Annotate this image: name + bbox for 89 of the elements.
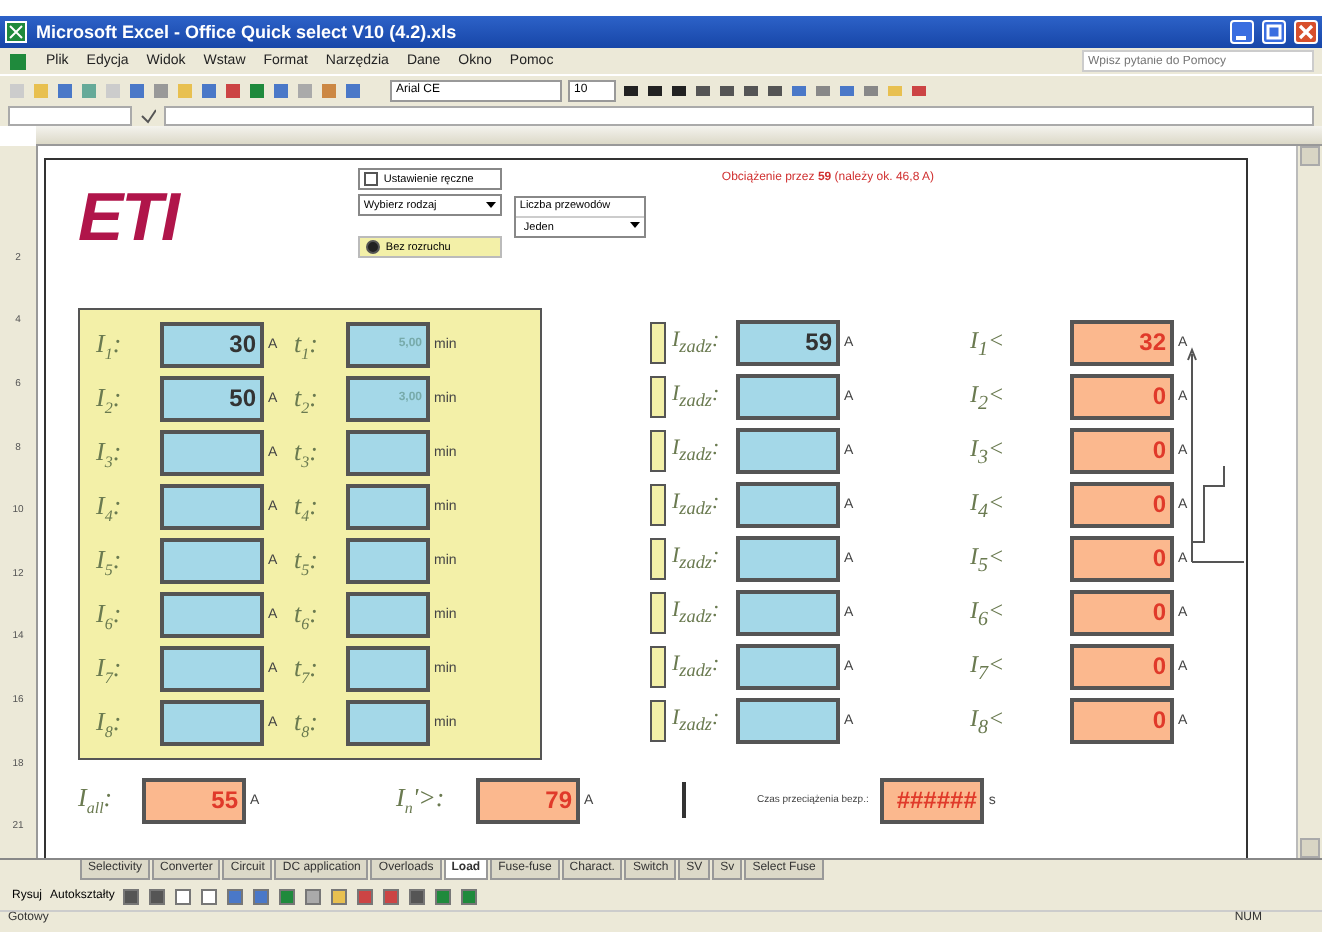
result-field: 0 <box>1070 482 1174 528</box>
time-field[interactable] <box>346 484 430 530</box>
time-label: t$_{7}$: <box>294 651 320 687</box>
current-label: I$_{zadz}$: <box>672 490 722 520</box>
current-label: I$_{5}$: <box>96 543 124 579</box>
result-field: 0 <box>1070 590 1174 636</box>
current-label: I$_{6}$: <box>96 597 124 633</box>
current-label: I$_{2}$: <box>96 381 124 417</box>
limit-label: I$_{5}$< <box>970 541 1007 577</box>
result-field <box>736 428 840 474</box>
current-label: I$_{7}$: <box>96 651 124 687</box>
current-label: I$_{zadz}$: <box>672 652 722 682</box>
limit-label: I$_{7}$< <box>970 649 1007 685</box>
indicator <box>650 322 666 364</box>
indicator <box>650 430 666 472</box>
current-field[interactable] <box>160 538 264 584</box>
indicator <box>650 538 666 580</box>
result-field: 0 <box>1070 644 1174 690</box>
result-field: 0 <box>1070 536 1174 582</box>
current-label: I$_{zadz}$: <box>672 328 722 358</box>
formula-field[interactable] <box>164 105 1314 125</box>
time-label: t$_{2}$: <box>294 381 320 417</box>
result-field: 79 <box>476 777 580 823</box>
total-label: I$_{n}$'>: <box>396 782 447 818</box>
time-field[interactable] <box>346 430 430 476</box>
limit-label: I$_{3}$< <box>970 433 1007 469</box>
limit-label: I$_{8}$< <box>970 703 1007 739</box>
close-icon <box>1298 24 1314 40</box>
result-field: ###### <box>880 777 985 823</box>
current-field[interactable] <box>160 430 264 476</box>
time-field[interactable] <box>346 646 430 692</box>
result-field <box>736 590 840 636</box>
limit-label: I$_{1}$< <box>970 325 1007 361</box>
vertical-scrollbar[interactable] <box>1296 146 1322 858</box>
excel-icon <box>4 20 28 44</box>
current-field[interactable] <box>160 700 264 746</box>
limit-label: I$_{6}$< <box>970 595 1007 631</box>
time-label: t$_{3}$: <box>294 435 320 471</box>
current-field[interactable]: 50 <box>160 376 264 422</box>
logo: ETI <box>78 180 178 258</box>
maximize-button[interactable] <box>1262 20 1286 44</box>
limit-label: I$_{2}$< <box>970 379 1007 415</box>
time-label: t$_{4}$: <box>294 489 320 525</box>
limit-label: I$_{4}$< <box>970 487 1007 523</box>
current-label: I$_{4}$: <box>96 489 124 525</box>
indicator <box>650 376 666 418</box>
time-label: t$_{8}$: <box>294 705 320 741</box>
current-label: I$_{zadz}$: <box>672 436 722 466</box>
result-field: 55 <box>142 777 246 823</box>
result-field <box>736 698 840 744</box>
current-label: I$_{zadz}$: <box>672 598 722 628</box>
time-label: t$_{6}$: <box>294 597 320 633</box>
current-label: I$_{zadz}$: <box>672 706 722 736</box>
current-field[interactable] <box>160 592 264 638</box>
formula-icon <box>140 107 156 123</box>
caret-icon <box>629 220 640 230</box>
current-field[interactable] <box>160 484 264 530</box>
result-field <box>736 536 840 582</box>
indicator <box>650 646 666 688</box>
current-label: I$_{3}$: <box>96 435 124 471</box>
result-field <box>736 374 840 420</box>
time-field[interactable] <box>346 700 430 746</box>
result-field: 32 <box>1070 320 1174 366</box>
current-label: I$_{8}$: <box>96 705 124 741</box>
result-field <box>736 644 840 690</box>
close-button[interactable] <box>1294 20 1318 44</box>
result-field: 0 <box>1070 374 1174 420</box>
result-field: 59 <box>736 320 840 366</box>
total-label: I$_{all}$: <box>78 782 115 818</box>
time-label: t$_{1}$: <box>294 327 320 363</box>
time-field[interactable] <box>346 538 430 584</box>
time-label: t$_{5}$: <box>294 543 320 579</box>
indicator <box>650 484 666 526</box>
current-label: I$_{1}$: <box>96 327 124 363</box>
current-field[interactable]: 30 <box>160 322 264 368</box>
result-field: 0 <box>1070 698 1174 744</box>
current-label: I$_{zadz}$: <box>672 544 722 574</box>
result-field <box>736 482 840 528</box>
maximize-icon <box>1266 24 1282 40</box>
result-field: 0 <box>1070 428 1174 474</box>
workbook-icon <box>8 51 28 71</box>
indicator <box>650 592 666 634</box>
caret-icon <box>485 200 496 210</box>
time-field[interactable] <box>346 592 430 638</box>
current-field[interactable] <box>160 646 264 692</box>
window-title: Microsoft Excel - Office Quick select V10 (4.2).xls <box>36 22 457 42</box>
minimize-button[interactable] <box>1230 20 1254 44</box>
indicator <box>650 700 666 742</box>
current-label: I$_{zadz}$: <box>672 382 722 412</box>
